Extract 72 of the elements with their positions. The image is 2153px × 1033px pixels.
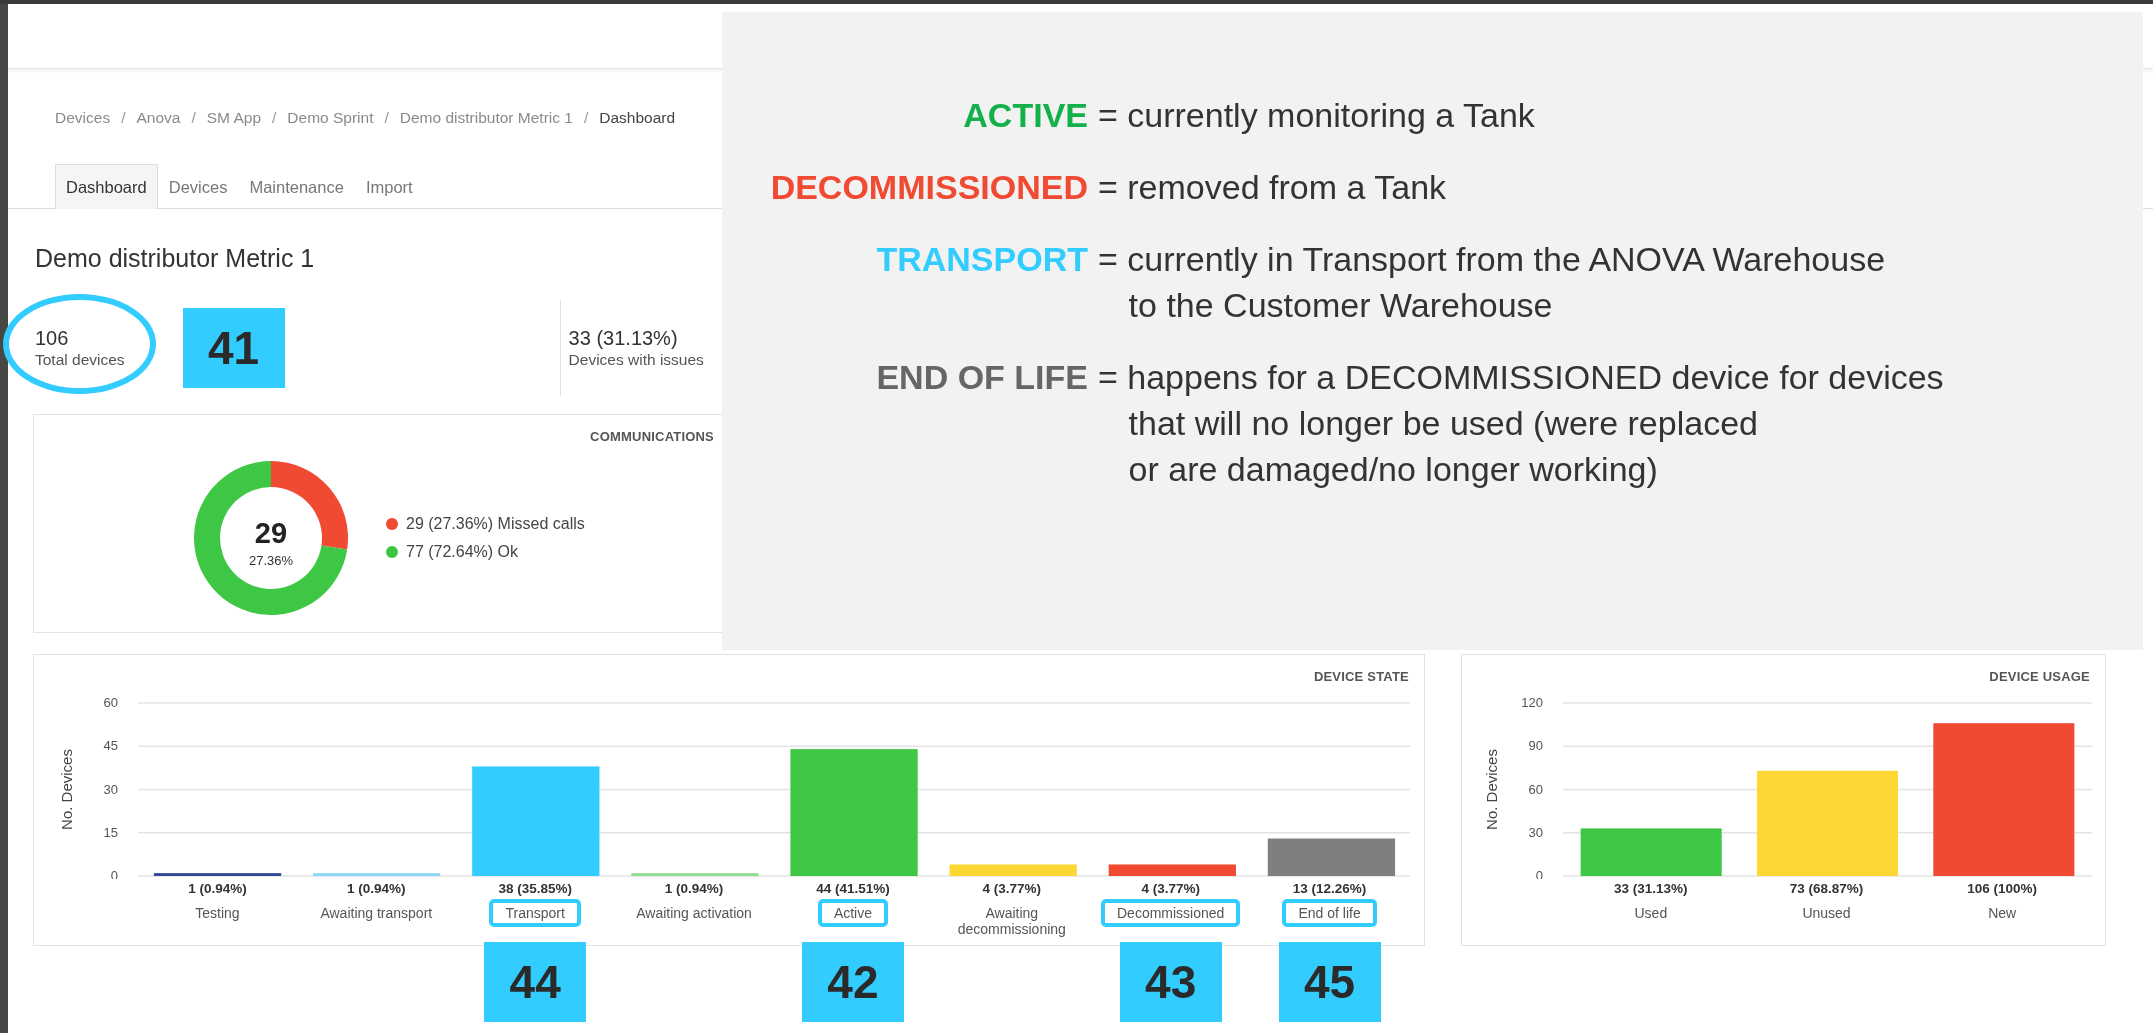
value-label: 4 (3.77%) [1141,880,1200,898]
axis-tick-label: 45 [103,738,118,754]
breadcrumb-separator: / [384,109,389,127]
breadcrumb-link[interactable]: Devices [55,109,111,127]
card-title: COMMUNICATIONS [590,428,714,446]
callout-number: 43 [1119,942,1222,1022]
value-label: 13 (12.26%) [1292,880,1367,898]
category-label: Awaiting decommissioning [956,905,1067,937]
card-title: DEVICE USAGE [1989,668,2090,686]
legend-text: 29 (27.36%) Missed calls [406,515,585,533]
callout-number: 42 [801,942,904,1022]
breadcrumb-link[interactable]: Anova [136,109,181,127]
breadcrumb-separator: / [191,109,196,127]
axis-tick-label: 60 [103,695,118,710]
highlighted-label: Decommissioned [1101,899,1241,927]
category-label: Unused [1801,905,1852,921]
stat-label: Total devices [35,350,125,370]
page-title: Demo distributor Metric 1 [35,245,315,271]
donut-value: 29 [254,517,288,549]
breadcrumb-link[interactable]: Dashboard [599,109,676,127]
highlighted-label: End of life [1282,899,1377,927]
legend-term: END OF LIFE [876,357,1088,398]
tab[interactable]: Dashboard [55,164,158,209]
legend-definition: = currently monitoring a Tank [1098,95,1536,136]
callout-number: 44 [484,942,587,1022]
legend-term: ACTIVE [963,95,1088,136]
legend-text: 77 (72.64%) Ok [406,543,519,561]
value-label: 33 (31.13%) [1614,880,1688,898]
stat-label: Devices with issues [568,350,704,370]
callout-number: 41 [182,308,285,388]
category-label: Awaiting activation [635,905,753,921]
donut-percent: 27.36% [248,553,294,568]
legend-term: TRANSPORT [876,239,1088,280]
axis-title: No. Devices [58,749,75,830]
legend-definition: = happens for a DECOMMISSIONED device for devices that will no longer be used (were replaced or are damaged/no longer working) [1098,357,1945,490]
highlighted-label: Transport [489,899,581,927]
value-label: 106 (100%) [1967,880,2038,898]
card-title: DEVICE STATE [1313,668,1409,686]
axis-tick-label: 90 [1528,738,1543,754]
value-label: 38 (35.85%) [498,880,572,898]
breadcrumb-link[interactable]: Demo distributor Metric 1 [399,109,573,127]
value-label: 1 (0.94%) [347,880,406,898]
value-label: 44 (41.51%) [816,880,890,898]
stat-value: 106 [35,326,70,350]
category-label: Awaiting transport [319,905,434,921]
value-label: 4 (3.77%) [982,880,1042,898]
legend-definition: = currently in Transport from the ANOVA Warehouse to the Customer Warehouse [1098,239,1887,326]
axis-tick-label: 15 [103,824,118,840]
category-label: New [1987,905,2018,921]
axis-tick-label: 30 [103,781,118,797]
highlighted-label: Active [817,899,888,927]
breadcrumb-separator: / [583,109,589,127]
stat-value: 33 (31.13%) [568,326,679,350]
category-label: Testing [194,905,241,921]
tab[interactable]: Import [354,164,424,209]
axis-tick-label: 120 [1521,695,1543,710]
legend-term: DECOMMISSIONED [770,167,1088,208]
value-label: 73 (68.87%) [1789,880,1864,898]
breadcrumb-separator: / [272,109,277,127]
category-label: Used [1633,905,1669,921]
breadcrumb-separator: / [121,109,126,127]
tab[interactable]: Devices [157,164,239,209]
legend-definition: = removed from a Tank [1098,167,1448,208]
breadcrumb-link[interactable]: SM App [206,109,261,127]
axis-title: No. Devices [1483,749,1500,830]
callout-number: 45 [1278,942,1381,1022]
breadcrumb-link[interactable]: Demo Sprint [287,109,374,127]
tab[interactable]: Maintenance [238,164,355,209]
value-label: 1 (0.94%) [188,880,247,898]
axis-tick-label: 60 [1528,781,1543,797]
axis-tick-label: 30 [1528,824,1543,840]
value-label: 1 (0.94%) [664,880,724,898]
